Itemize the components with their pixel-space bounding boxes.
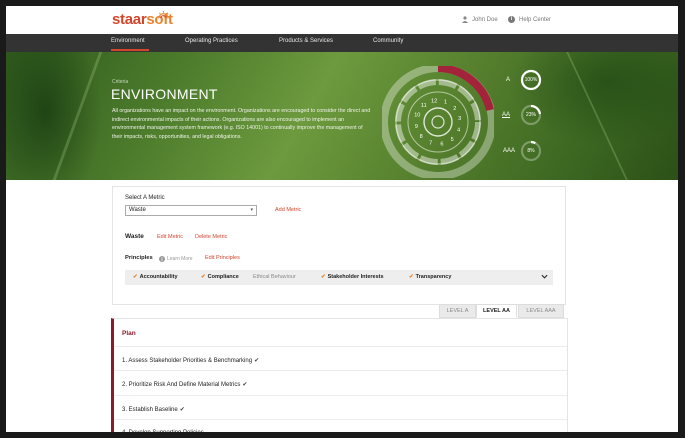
wheel-number[interactable]: 8 <box>420 134 423 140</box>
nav-item-environment[interactable]: Environment <box>111 38 145 44</box>
level-percent: 100% <box>524 77 538 83</box>
checkmark-icon: ✔ <box>242 382 248 388</box>
step-divider <box>114 419 567 420</box>
nav-item-community[interactable]: Community <box>373 38 403 44</box>
principle-label: Compliance <box>207 274 239 280</box>
checkmark-icon: ✔ <box>409 274 414 280</box>
wheel-number[interactable]: 10 <box>414 113 420 119</box>
level-label: AAA <box>503 148 516 154</box>
plan-step[interactable]: 4. Develop Supporting Policies <box>122 430 204 432</box>
wheel-number[interactable]: 2 <box>453 106 456 112</box>
info-icon: i <box>508 16 515 23</box>
principle-label: Stakeholder Interests <box>327 274 384 280</box>
wheel-number[interactable]: 12 <box>431 98 437 104</box>
plan-title: Plan <box>122 330 136 337</box>
wheel-number[interactable]: 6 <box>440 142 443 148</box>
logo-sun-icon <box>158 10 169 19</box>
plan-step[interactable]: 2. Prioritize Risk And Define Material M… <box>122 381 247 388</box>
level-label: A <box>506 77 511 83</box>
principle-label: Transparency <box>415 274 452 280</box>
wheel-number[interactable]: 9 <box>415 124 418 130</box>
wheel-number[interactable]: 4 <box>457 127 460 133</box>
learn-more-link[interactable]: Learn More <box>167 256 193 262</box>
principles-bar: ✔ Accountability ✔ Compliance Ethical Behavi… <box>125 270 553 285</box>
wheel-number[interactable]: 1 <box>444 99 447 105</box>
wheel-number[interactable]: 11 <box>421 103 427 109</box>
help-center-label: Help Center <box>519 16 552 23</box>
hero-subtitle: Criteria <box>112 79 129 85</box>
principle-tag[interactable]: ✔ Transparency <box>409 274 451 280</box>
nav-item-operating-practices[interactable]: Operating Practices <box>185 38 238 44</box>
level-percent: 8% <box>527 148 535 154</box>
wheel-number[interactable]: 5 <box>451 137 454 143</box>
checkmark-icon: ✔ <box>201 274 206 280</box>
step-divider <box>114 370 567 371</box>
plan-section: Plan 1. Assess Stakeholder Priorities & … <box>111 318 568 432</box>
wheel-segment-numbers: 12 1234567891011 <box>414 98 461 147</box>
principle-tag[interactable]: Ethical Behaviour <box>253 274 296 280</box>
criteria-wheel[interactable]: 12 1234567891011 <box>382 66 494 178</box>
principle-label: Accountability <box>139 274 178 280</box>
principles-label: Principles <box>125 255 153 261</box>
principle-tag[interactable]: ✔ Compliance <box>201 274 239 280</box>
plan-step-label: 1. Assess Stakeholder Priorities & Bench… <box>122 358 253 364</box>
nav-item-products-services[interactable]: Products & Services <box>279 38 333 44</box>
screenshot-frame: staarsoft John Doe i Help Center Environ… <box>0 0 685 438</box>
user-name: John Doe <box>472 16 498 23</box>
logo-text-part1: staar <box>112 11 147 28</box>
checkmark-icon: ✔ <box>133 274 138 280</box>
step-divider <box>114 395 567 396</box>
top-bar: staarsoft John Doe i Help Center <box>6 6 678 34</box>
leaf-vein-decoration <box>52 52 103 180</box>
level-label: AA <box>502 112 511 118</box>
metric-select-value: Waste <box>129 207 146 213</box>
plan-step-label: 4. Develop Supporting Policies <box>122 430 204 432</box>
page: staarsoft John Doe i Help Center Environ… <box>6 6 678 432</box>
delete-metric-link[interactable]: Delete Metric <box>195 234 227 240</box>
step-divider <box>114 346 567 347</box>
plan-step[interactable]: 3. Establish Baseline ✔ <box>122 406 185 413</box>
user-menu[interactable]: John Doe <box>462 16 498 23</box>
level-tab[interactable]: LEVEL AA <box>476 304 517 318</box>
chevron-down-icon: ▾ <box>250 207 253 213</box>
principle-tag[interactable]: ✔ Stakeholder Interests <box>321 274 384 280</box>
plan-step[interactable]: 1. Assess Stakeholder Priorities & Bench… <box>122 357 259 364</box>
checkmark-icon: ✔ <box>254 358 260 364</box>
plan-step-label: 3. Establish Baseline <box>122 407 178 413</box>
chevron-down-icon[interactable] <box>541 273 548 280</box>
add-metric-link[interactable]: Add Metric <box>275 207 301 213</box>
metric-panel: Select A Metric Waste ▾ Add Metric Waste… <box>112 186 566 305</box>
edit-principles-link[interactable]: Edit Principles <box>205 255 240 261</box>
principle-tag[interactable]: ✔ Accountability <box>133 274 178 280</box>
leaf-vein-decoration <box>566 52 628 180</box>
level-tab[interactable]: LEVEL AAA <box>518 304 564 318</box>
hero-description: All organizations have an impact on the … <box>112 108 371 140</box>
level-percent: 23% <box>525 112 536 118</box>
edit-metric-link[interactable]: Edit Metric <box>157 234 183 240</box>
metric-name: Waste <box>125 233 144 240</box>
hero-title: ENVIRONMENT <box>111 86 218 102</box>
level-tab[interactable]: LEVEL A <box>439 304 476 318</box>
principle-label: Ethical Behaviour <box>253 274 296 280</box>
wheel-number[interactable]: 3 <box>458 116 461 122</box>
nav-active-indicator <box>111 49 149 51</box>
wheel-number[interactable]: 7 <box>429 141 432 147</box>
main-nav: Environment Operating Practices Products… <box>6 34 678 52</box>
help-center-link[interactable]: i Help Center <box>508 16 551 23</box>
info-icon <box>159 256 165 262</box>
hero-banner: Criteria ENVIRONMENT All organizations h… <box>6 52 678 180</box>
select-metric-label: Select A Metric <box>125 195 165 201</box>
person-icon <box>462 16 468 23</box>
metric-select[interactable]: Waste ▾ <box>125 205 257 216</box>
checkmark-icon: ✔ <box>179 407 185 413</box>
checkmark-icon: ✔ <box>321 274 326 280</box>
plan-step-label: 2. Prioritize Risk And Define Material M… <box>122 382 241 388</box>
